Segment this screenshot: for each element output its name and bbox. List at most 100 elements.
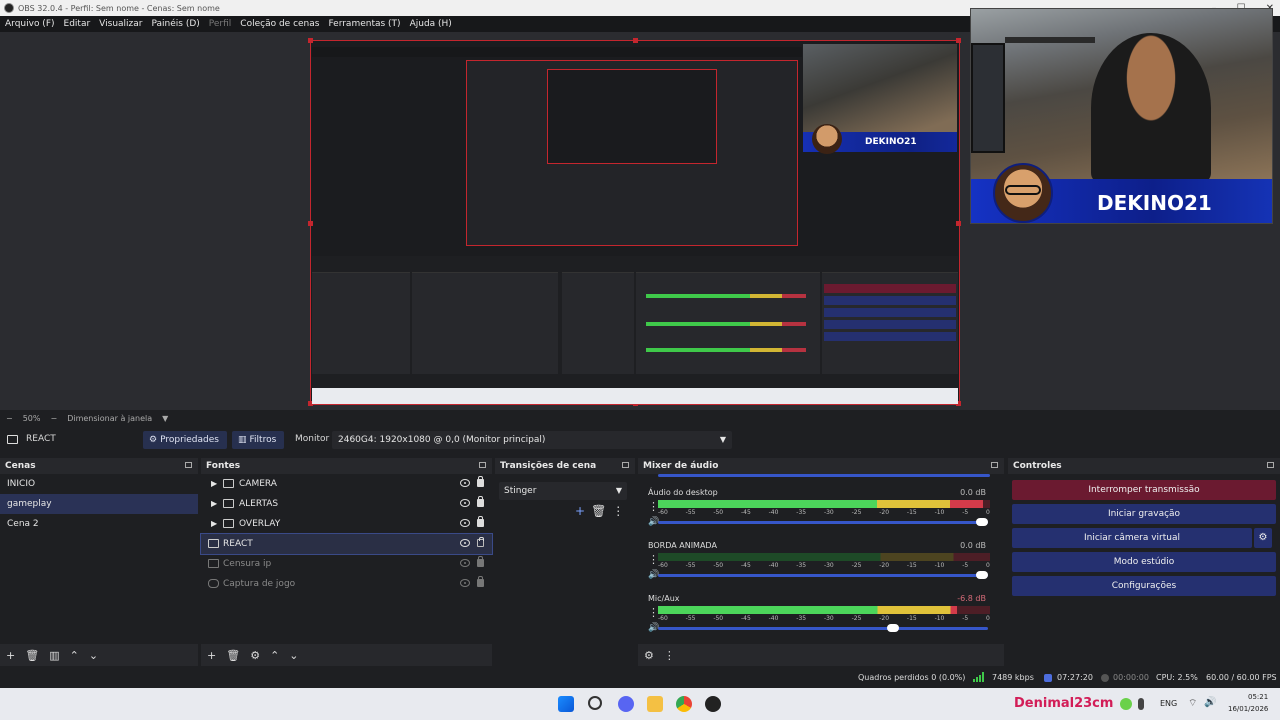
cpu-usage: CPU: 2.5% — [1156, 673, 1198, 682]
dock-float-icon[interactable] — [479, 462, 486, 468]
volume-icon[interactable]: 🔊 — [1204, 697, 1216, 708]
expand-arrow-icon[interactable]: ▶ — [211, 494, 217, 514]
add-icon[interactable]: + — [6, 649, 15, 662]
file-explorer-icon[interactable] — [647, 696, 663, 712]
menu-profile[interactable]: Perfil — [209, 19, 232, 29]
clock-time[interactable]: 05:21 — [1248, 693, 1268, 701]
unlock-icon[interactable] — [477, 537, 484, 547]
volume-slider-thumb[interactable] — [976, 518, 988, 526]
nested-button — [824, 320, 956, 329]
trash-icon[interactable]: 🗑 — [591, 504, 606, 518]
microphone-icon[interactable] — [1138, 698, 1144, 710]
trash-icon[interactable]: 🗑 — [226, 649, 240, 662]
monitor-select[interactable]: 2460G4: 1920x1080 @ 0,0 (Monitor princip… — [332, 431, 732, 449]
menu-edit[interactable]: Editar — [64, 19, 91, 29]
move-up-icon[interactable]: ⌃ — [270, 649, 279, 662]
input-language[interactable]: ENG — [1160, 699, 1177, 708]
lock-icon[interactable] — [477, 516, 484, 527]
menu-tools[interactable]: Ferramentas (T) — [328, 19, 400, 29]
resize-handle[interactable] — [308, 221, 313, 226]
zoom-out-icon[interactable]: − — [6, 414, 13, 423]
eye-icon[interactable] — [460, 539, 470, 547]
more-options-icon[interactable]: ⋮ — [612, 504, 624, 518]
lock-icon[interactable] — [477, 576, 484, 587]
resize-handle[interactable] — [956, 221, 961, 226]
windows-start-icon[interactable] — [558, 696, 574, 712]
chrome-icon[interactable] — [676, 696, 692, 712]
move-down-icon[interactable]: ⌄ — [89, 649, 98, 662]
clock-date[interactable]: 16/01/2026 — [1228, 705, 1268, 713]
scene-item[interactable]: Cena 2 — [0, 514, 198, 534]
resize-handle[interactable] — [633, 38, 638, 43]
zoom-in-icon[interactable]: − — [50, 414, 57, 423]
more-options-icon[interactable]: ⋮ — [664, 649, 675, 662]
expand-arrow-icon[interactable]: ▶ — [211, 514, 217, 534]
obs-taskbar-icon[interactable] — [705, 696, 721, 712]
source-item[interactable]: Captura de jogo — [201, 574, 492, 594]
menu-docks[interactable]: Painéis (D) — [151, 19, 199, 29]
source-item[interactable]: REACT — [200, 533, 493, 555]
eye-icon[interactable] — [460, 519, 470, 527]
volume-slider-thumb[interactable] — [976, 571, 988, 579]
dock-float-icon[interactable] — [991, 462, 998, 468]
stop-streaming-button[interactable]: Interromper transmissão — [1012, 480, 1276, 500]
tray-status-icon[interactable] — [1120, 698, 1132, 710]
eye-icon[interactable] — [460, 479, 470, 487]
resize-handle[interactable] — [308, 38, 313, 43]
nested-button — [824, 308, 956, 317]
gear-icon[interactable]: ⚙ — [250, 649, 260, 662]
dock-float-icon[interactable] — [622, 462, 629, 468]
eye-hidden-icon[interactable] — [460, 559, 470, 567]
menu-help[interactable]: Ajuda (H) — [410, 19, 452, 29]
dock-float-icon[interactable] — [1267, 462, 1274, 468]
move-up-icon[interactable]: ⌃ — [70, 649, 79, 662]
monitor-select-value: 2460G4: 1920x1080 @ 0,0 (Monitor princip… — [338, 435, 546, 445]
properties-button[interactable]: ⚙ Propriedades — [143, 431, 227, 449]
trash-icon[interactable]: 🗑 — [25, 649, 39, 662]
eye-icon[interactable] — [460, 499, 470, 507]
virtual-camera-settings-gear-icon[interactable]: ⚙ — [1254, 528, 1272, 548]
studio-mode-button[interactable]: Modo estúdio — [1012, 552, 1276, 572]
meter-scale-tick: -40 — [768, 615, 779, 622]
signal-strength-icon — [973, 672, 985, 682]
source-item[interactable]: ▶ OVERLAY — [201, 514, 492, 534]
filters-button[interactable]: ▥ Filtros — [232, 431, 284, 449]
advanced-audio-icon[interactable]: ⚙ — [644, 649, 654, 662]
start-recording-button[interactable]: Iniciar gravação — [1012, 504, 1276, 524]
zoom-dropdown-icon[interactable]: ▼ — [162, 414, 168, 423]
scene-item[interactable]: INICIO — [0, 474, 198, 494]
transition-select[interactable]: Stinger ▼ — [499, 482, 627, 500]
volume-slider-thumb[interactable] — [886, 624, 899, 632]
start-virtual-camera-button[interactable]: Iniciar câmera virtual — [1012, 528, 1252, 548]
scene-item[interactable]: gameplay — [0, 494, 198, 514]
move-down-icon[interactable]: ⌄ — [289, 649, 298, 662]
add-icon[interactable]: + — [575, 504, 585, 518]
volume-slider[interactable] — [658, 571, 988, 579]
lock-icon[interactable] — [477, 476, 484, 487]
lock-icon[interactable] — [477, 556, 484, 567]
fit-to-window-option[interactable]: Dimensionar à janela — [67, 414, 152, 423]
scenes-dock: Cenas INICIO gameplay Cena 2 + 🗑 ▥ ⌃ ⌄ — [0, 458, 198, 666]
network-icon[interactable]: ⌔ — [1188, 697, 1197, 710]
add-icon[interactable]: + — [207, 649, 216, 662]
lock-icon[interactable] — [477, 496, 484, 507]
volume-slider[interactable] — [658, 518, 988, 526]
settings-button[interactable]: Configurações — [1012, 576, 1276, 596]
resize-handle[interactable] — [956, 38, 961, 43]
discord-icon[interactable] — [618, 696, 634, 712]
dock-float-icon[interactable] — [185, 462, 192, 468]
menu-view[interactable]: Visualizar — [99, 19, 142, 29]
meter-scale-tick: -40 — [768, 562, 779, 569]
menu-file[interactable]: Arquivo (F) — [5, 19, 55, 29]
source-item[interactable]: Censura ip — [201, 554, 492, 574]
expand-arrow-icon[interactable]: ▶ — [211, 474, 217, 494]
source-item[interactable]: ▶ ALERTAS — [201, 494, 492, 514]
meter-scale-tick: -15 — [906, 509, 917, 516]
eye-hidden-icon[interactable] — [460, 579, 470, 587]
search-icon[interactable] — [588, 696, 602, 710]
filter-icon[interactable]: ▥ — [49, 649, 59, 662]
menu-scene-collection[interactable]: Coleção de cenas — [240, 19, 319, 29]
volume-slider[interactable] — [658, 624, 988, 632]
source-item[interactable]: ▶ CAMERA — [201, 474, 492, 494]
fps: 60.00 / 60.00 FPS — [1206, 673, 1277, 682]
